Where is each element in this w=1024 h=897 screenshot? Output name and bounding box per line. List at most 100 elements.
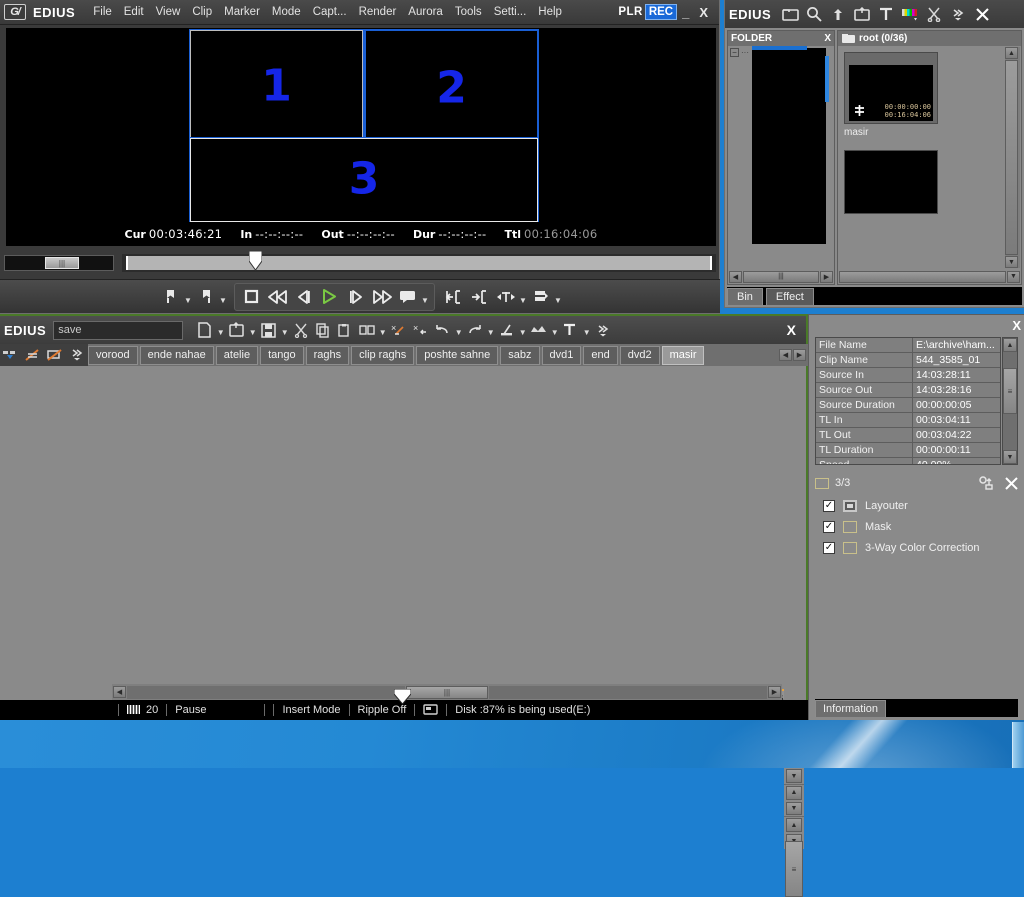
timeline-hscroll-left-icon[interactable]: ◀ xyxy=(113,686,126,698)
tab-information[interactable]: Information xyxy=(815,700,887,717)
status-ripple-mode[interactable]: Ripple Off xyxy=(358,704,407,716)
tab-bin[interactable]: Bin xyxy=(727,288,763,305)
track-select-icon[interactable] xyxy=(0,345,22,365)
set-out-point-icon[interactable] xyxy=(467,285,493,309)
add-marker-icon[interactable] xyxy=(493,285,519,309)
information-scroll-down-icon[interactable]: ▼ xyxy=(1003,450,1017,464)
ripple-icon[interactable] xyxy=(528,319,549,341)
folder-hscrollbar[interactable]: ◀ ||| ▶ xyxy=(728,269,834,284)
scroll-up-icon-3[interactable]: ▲ xyxy=(786,786,802,800)
timeline-playhead[interactable] xyxy=(393,689,412,705)
add-title-icon[interactable] xyxy=(560,319,581,341)
list-item[interactable]: ✓ 3-Way Color Correction xyxy=(823,537,1014,558)
sequence-tab-sabz[interactable]: sabz xyxy=(500,345,540,365)
timeline-hscroll-thumb[interactable]: ||| xyxy=(406,685,488,699)
timeline-close-icon[interactable]: X xyxy=(781,322,802,338)
fast-forward-icon[interactable] xyxy=(369,285,395,309)
timecode-duration-value[interactable]: --:--:--:-- xyxy=(438,227,486,241)
player-playhead-handle[interactable] xyxy=(248,250,263,271)
cut-point-dropdown-icon[interactable]: ▼ xyxy=(518,319,527,341)
timeline-vscroll-thumb[interactable]: ≡ xyxy=(785,841,803,897)
expand-toolbar-icon[interactable] xyxy=(592,319,613,341)
set-in-point-icon[interactable] xyxy=(441,285,467,309)
timeline-hscroll-track-right[interactable] xyxy=(489,685,767,699)
loop-playback-icon[interactable] xyxy=(395,285,421,309)
paste-icon[interactable] xyxy=(334,319,355,341)
open-project-icon[interactable] xyxy=(226,319,247,341)
title-dropdown-icon[interactable]: ▼ xyxy=(582,319,591,341)
player-mode-button[interactable]: PLR xyxy=(616,6,645,18)
stop-icon[interactable] xyxy=(239,285,265,309)
effect-checkbox[interactable]: ✓ xyxy=(823,499,835,512)
bin-vscrollbar[interactable]: ▲ ▼ xyxy=(1005,47,1020,268)
redo-dropdown-icon[interactable]: ▼ xyxy=(486,319,495,341)
sequence-tab-ende-nahae[interactable]: ende nahae xyxy=(139,345,214,365)
add-transition-icon[interactable] xyxy=(356,319,377,341)
next-frame-icon[interactable] xyxy=(343,285,369,309)
tab-effect[interactable]: Effect xyxy=(765,288,814,305)
effect-checkbox[interactable]: ✓ xyxy=(823,520,835,533)
sequence-tab-prev-icon[interactable]: ◀ xyxy=(779,349,792,361)
bin-item-grid[interactable]: 00:00:00:00 00:16:04:06 masir ▲ ▼ xyxy=(838,46,1021,269)
tree-collapse-icon[interactable]: − xyxy=(730,48,739,57)
menu-item-view[interactable]: View xyxy=(150,3,187,21)
export-dropdown-icon[interactable]: ▼ xyxy=(554,286,563,308)
mark-out-dropdown-icon[interactable]: ▼ xyxy=(219,286,228,308)
scroll-down-icon-3[interactable]: ▼ xyxy=(786,801,802,815)
information-scroll-thumb[interactable]: ≡ xyxy=(1003,368,1017,414)
toolrow-expand-icon[interactable] xyxy=(66,345,88,365)
track-scroll-1t[interactable]: ▲ ▼ xyxy=(784,784,804,816)
transition-dropdown-icon[interactable]: ▼ xyxy=(378,319,387,341)
folder-scroll-right-icon[interactable]: ▶ xyxy=(820,270,833,283)
bin-scroll-up-icon[interactable]: ▲ xyxy=(1005,47,1018,59)
effects-close-icon[interactable] xyxy=(1005,476,1018,490)
bin-scroll-down-icon[interactable]: ▼ xyxy=(1005,256,1018,268)
export-to-timeline-icon[interactable] xyxy=(528,285,554,309)
folder-panel-close-icon[interactable]: X xyxy=(824,33,831,44)
expand-icon[interactable] xyxy=(947,3,969,25)
sequence-tab-poshte-sahne[interactable]: poshte sahne xyxy=(416,345,499,365)
sequence-tab-raghs[interactable]: raghs xyxy=(305,345,350,365)
marker-dropdown-icon[interactable]: ▼ xyxy=(519,286,528,308)
bin-scroll-track[interactable] xyxy=(1005,60,1018,255)
folder-scroll-thumb[interactable]: ||| xyxy=(743,270,819,283)
bin-close-icon[interactable] xyxy=(971,3,993,25)
menu-item-marker[interactable]: Marker xyxy=(218,3,266,21)
folder-tree[interactable]: − ··· xyxy=(728,46,834,269)
up-folder-icon[interactable] xyxy=(827,3,849,25)
menu-item-clip[interactable]: Clip xyxy=(186,3,218,21)
menu-item-capture[interactable]: Capt... xyxy=(307,3,353,21)
minimize-button[interactable]: _ xyxy=(677,5,694,20)
timeline-scroll-up-icon[interactable]: ▲ xyxy=(786,818,802,832)
sequence-tab-next-icon[interactable]: ▶ xyxy=(793,349,806,361)
sequence-tab-dvd1[interactable]: dvd1 xyxy=(541,345,582,365)
color-bar-icon[interactable] xyxy=(899,3,921,25)
open-project-dropdown-icon[interactable]: ▼ xyxy=(248,319,257,341)
folder-scroll-left-icon[interactable]: ◀ xyxy=(729,270,742,283)
information-scroll-up-icon[interactable]: ▲ xyxy=(1003,338,1017,352)
menu-item-help[interactable]: Help xyxy=(532,3,568,21)
scroll-down-icon-2[interactable]: ▼ xyxy=(786,769,802,783)
bin-hscroll-right-icon[interactable]: ▼ xyxy=(1007,270,1020,283)
information-close-icon[interactable]: X xyxy=(1012,318,1021,333)
timecode-in-value[interactable]: --:--:--:-- xyxy=(255,227,303,241)
timecode-out-value[interactable]: --:--:--:-- xyxy=(347,227,395,241)
timeline-hscroll-right-icon[interactable]: ▶ xyxy=(768,686,781,698)
clip-properties-table[interactable]: File Name E:\archive\ham... Clip Name 544_… xyxy=(815,337,1001,465)
add-title-icon[interactable] xyxy=(875,3,897,25)
menu-item-edit[interactable]: Edit xyxy=(118,3,150,21)
sequence-tab-vorood[interactable]: vorood xyxy=(88,345,138,365)
undo-icon[interactable] xyxy=(432,319,453,341)
save-project-dropdown-icon[interactable]: ▼ xyxy=(280,319,289,341)
add-clip-icon[interactable] xyxy=(851,3,873,25)
mark-in-dropdown-icon[interactable]: ▼ xyxy=(184,286,193,308)
sequence-tab-clip-raghs[interactable]: clip raghs xyxy=(351,345,415,365)
add-effect-icon[interactable] xyxy=(979,476,995,490)
new-project-dropdown-icon[interactable]: ▼ xyxy=(216,319,225,341)
effect-checkbox[interactable]: ✓ xyxy=(823,541,835,554)
timecode-current-value[interactable]: 00:03:46:21 xyxy=(149,227,222,241)
status-edit-mode[interactable]: Insert Mode xyxy=(282,704,340,716)
bin-hscroll-track[interactable] xyxy=(839,270,1006,283)
timeline-hscrollbar[interactable]: ◀ ||| ▶ xyxy=(112,684,782,700)
menu-item-tools[interactable]: Tools xyxy=(449,3,488,21)
